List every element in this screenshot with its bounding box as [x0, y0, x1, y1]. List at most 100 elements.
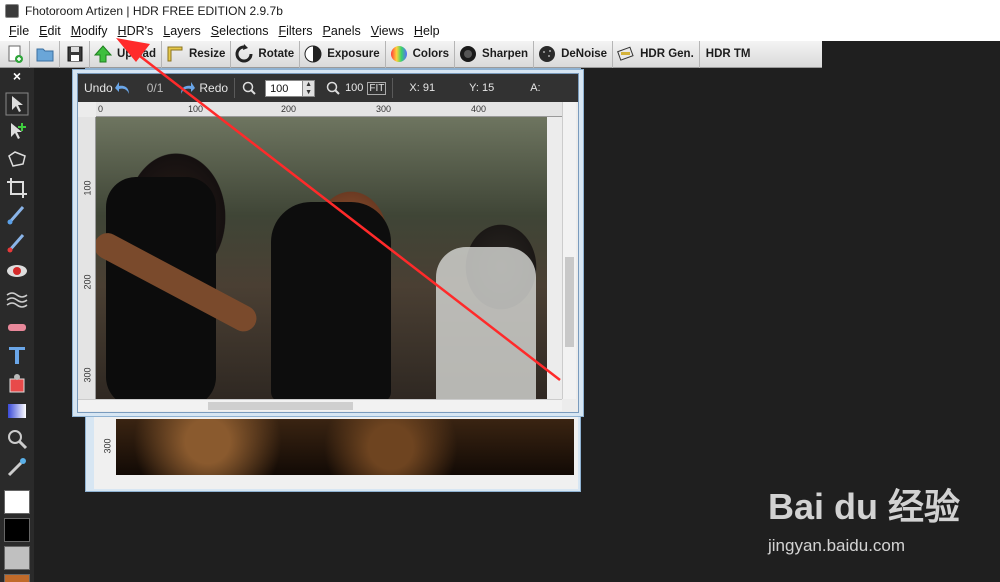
upload-button[interactable]: Upload: [90, 40, 162, 68]
main-toolbar: Upload Resize Rotate Exposure Colors Sha…: [0, 40, 1000, 68]
rotate-label: Rotate: [258, 48, 295, 60]
zoom-in-icon[interactable]: [241, 80, 257, 96]
denoise-icon: [539, 46, 556, 62]
denoise-button[interactable]: DeNoise: [534, 40, 614, 68]
pointer-tool-icon[interactable]: [5, 92, 29, 116]
horizontal-scrollbar[interactable]: [78, 399, 562, 411]
hdr-gen-icon: [617, 46, 634, 61]
photo-figure-right: [436, 247, 536, 399]
sharpen-icon: [460, 46, 477, 62]
red-eye-tool-icon[interactable]: [5, 259, 29, 283]
lasso-tool-icon[interactable]: [5, 148, 29, 172]
back-ruler-label: 300: [102, 438, 113, 454]
watermark-logo: Bai du 经验: [768, 486, 961, 527]
rotate-button[interactable]: Rotate: [231, 40, 301, 68]
save-file-button[interactable]: [60, 40, 90, 68]
resize-button[interactable]: Resize: [162, 40, 232, 68]
ruler-left-label: 100: [82, 180, 93, 196]
document-photo[interactable]: [96, 117, 547, 399]
cursor-a-readout: A:: [530, 82, 541, 94]
cursor-y-readout: Y: 15: [469, 82, 495, 94]
ruler-left: 100 200 300: [78, 117, 96, 399]
rotate-icon: [235, 44, 253, 63]
upload-arrow-icon: [93, 45, 113, 63]
add-select-tool-icon[interactable]: [5, 119, 29, 143]
hdr-gen-button[interactable]: HDR Gen.: [613, 40, 700, 68]
secondary-color-swatch[interactable]: [4, 546, 30, 570]
app-window: Fhotoroom Artizen | HDR FREE EDITION 2.9…: [0, 0, 1000, 582]
menu-panels[interactable]: Panels: [318, 22, 366, 41]
menu-selections[interactable]: Selections: [206, 22, 274, 41]
foreground-color-swatch[interactable]: [4, 490, 30, 514]
watermark: Bai du 经验 jingyan.baidu.com: [768, 478, 968, 558]
denoise-label: DeNoise: [561, 48, 608, 60]
zoom-tool-icon[interactable]: [5, 427, 29, 451]
ruler-top-label: 200: [281, 104, 297, 114]
colors-button[interactable]: Colors: [386, 40, 456, 68]
menu-filters[interactable]: Filters: [273, 22, 317, 41]
undo-counter: 0/1: [146, 81, 164, 95]
new-file-icon: [8, 45, 23, 63]
floppy-disk-icon: [67, 46, 82, 62]
open-file-button[interactable]: [30, 40, 60, 68]
background-color-swatch[interactable]: [4, 518, 30, 542]
zoom-out-icon[interactable]: [325, 80, 341, 96]
smudge-tool-icon[interactable]: [5, 287, 29, 311]
vertical-scrollbar[interactable]: [562, 102, 576, 399]
hdr-tm-button[interactable]: HDR TM: [700, 41, 756, 68]
brush-tool-icon[interactable]: [5, 203, 29, 227]
fill-bucket-tool-icon[interactable]: [5, 371, 29, 395]
undo-arrow-icon[interactable]: [114, 80, 133, 96]
ruler-top-label: 100: [188, 104, 204, 114]
title-bar: Fhotoroom Artizen | HDR FREE EDITION 2.9…: [0, 0, 1000, 22]
resize-icon: [167, 46, 183, 62]
exposure-label: Exposure: [327, 48, 380, 60]
zoom-input[interactable]: 100: [265, 79, 304, 97]
zoom-fit-button[interactable]: 100: [345, 82, 363, 94]
hdr-gen-label: HDR Gen.: [640, 48, 694, 60]
palette-close-button[interactable]: ×: [0, 68, 34, 84]
color-wheel-icon: [390, 46, 407, 62]
crop-tool-icon[interactable]: [5, 176, 29, 200]
menu-layers[interactable]: Layers: [158, 22, 206, 41]
watermark-url: jingyan.baidu.com: [768, 536, 906, 555]
redo-arrow-icon[interactable]: [177, 80, 196, 96]
sharpen-button[interactable]: Sharpen: [455, 40, 535, 68]
menu-views[interactable]: Views: [366, 22, 409, 41]
undo-button[interactable]: Undo: [84, 81, 113, 95]
document-window[interactable]: Undo 0/1 Redo 100 ▲ ▼ 100 FIT X: 91 Y: 15…: [72, 69, 584, 417]
text-tool-icon[interactable]: [5, 343, 29, 367]
window-title: Fhotoroom Artizen | HDR FREE EDITION 2.9…: [25, 4, 283, 18]
menu-file[interactable]: File: [4, 22, 34, 41]
photo-figure-center: [271, 202, 391, 399]
zoom-spinner[interactable]: ▲ ▼: [303, 79, 316, 97]
eraser-tool-icon[interactable]: [5, 315, 29, 339]
exposure-icon: [304, 45, 322, 63]
menu-hdrs[interactable]: HDR's: [113, 22, 159, 41]
new-file-button[interactable]: [0, 40, 30, 68]
color-brush-tool-icon[interactable]: [5, 231, 29, 255]
eyedropper-tool-icon[interactable]: [5, 455, 29, 479]
colors-label: Colors: [412, 48, 450, 60]
vertical-scroll-thumb[interactable]: [565, 257, 574, 347]
menu-help[interactable]: Help: [409, 22, 445, 41]
ruler-top: 0 100 200 300 400: [96, 102, 564, 117]
menu-modify[interactable]: Modify: [66, 22, 113, 41]
exposure-button[interactable]: Exposure: [300, 40, 386, 68]
upload-label: Upload: [117, 48, 156, 60]
cursor-x-readout: X: 91: [409, 82, 436, 94]
app-icon: [5, 4, 19, 18]
ruler-top-label: 0: [98, 104, 104, 114]
gradient-tool-icon[interactable]: [5, 399, 29, 423]
horizontal-scroll-thumb[interactable]: [208, 402, 353, 410]
ruler-left-label: 200: [82, 274, 93, 290]
hdr-tm-label: HDR TM: [705, 48, 751, 60]
ruler-top-label: 300: [376, 104, 392, 114]
fit-icon[interactable]: FIT: [367, 81, 387, 95]
tertiary-color-swatch[interactable]: [4, 574, 30, 582]
document-toolbar: Undo 0/1 Redo 100 ▲ ▼ 100 FIT X: 91 Y: 15…: [78, 74, 578, 102]
menu-edit[interactable]: Edit: [34, 22, 66, 41]
redo-button[interactable]: Redo: [199, 81, 228, 95]
resize-label: Resize: [188, 48, 226, 60]
tool-palette: ×: [0, 68, 34, 582]
